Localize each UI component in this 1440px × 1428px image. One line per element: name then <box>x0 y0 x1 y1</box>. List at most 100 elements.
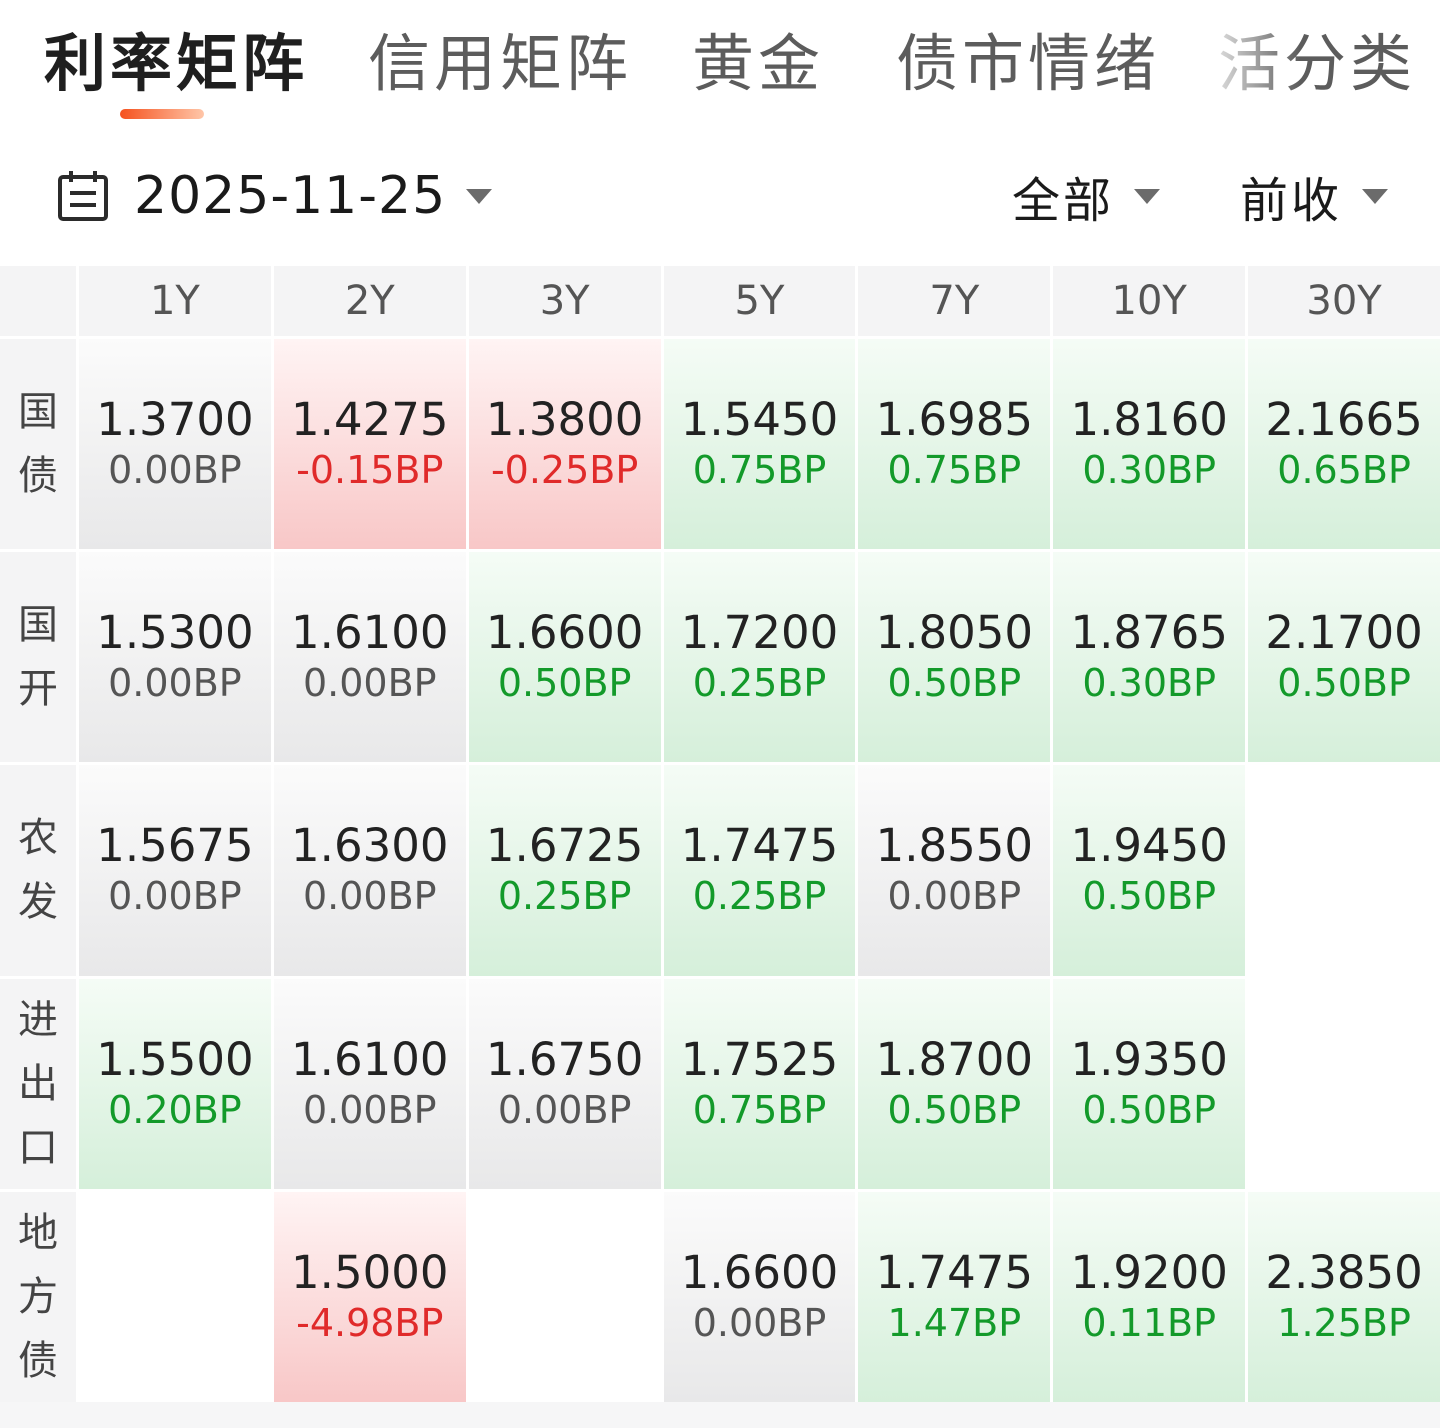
yield-value: 1.8765 <box>1070 606 1228 660</box>
selected-date: 2025-11-25 <box>134 166 447 226</box>
bottom-bar <box>0 1402 1440 1428</box>
rate-cell[interactable]: 1.9450 0.50BP <box>1053 765 1246 976</box>
yield-value: 1.9450 <box>1070 819 1228 873</box>
yield-value: 1.5675 <box>96 819 254 873</box>
bp-change: 0.75BP <box>692 448 827 493</box>
rate-cell[interactable]: 1.8050 0.50BP <box>858 552 1051 763</box>
rate-cell[interactable]: 1.4275 -0.15BP <box>273 339 466 550</box>
yield-value: 1.7475 <box>680 819 839 873</box>
tab-rate-matrix[interactable]: 利率矩阵 <box>44 26 308 102</box>
rate-cell[interactable]: 1.6750 0.00BP <box>468 978 661 1189</box>
rate-cell[interactable]: 1.6600 0.50BP <box>468 552 661 763</box>
yield-value: 1.8160 <box>1070 393 1228 447</box>
calendar-icon <box>56 169 110 223</box>
bp-change: 0.50BP <box>1277 661 1411 706</box>
rate-cell[interactable]: 1.7475 0.25BP <box>663 765 856 976</box>
tab-bar: 利率矩阵 信用矩阵 黄金 债市情绪 活分类 <box>0 0 1440 140</box>
rate-cell[interactable]: 2.1665 0.65BP <box>1248 339 1440 550</box>
rate-cell[interactable]: 1.6600 0.00BP <box>663 1191 856 1402</box>
yield-value: 1.6985 <box>875 393 1034 447</box>
rate-cell[interactable]: 1.6725 0.25BP <box>468 765 661 976</box>
tab-gold[interactable]: 黄金 <box>692 26 824 102</box>
row-header-char: 进 <box>18 996 58 1043</box>
yield-value: 1.5300 <box>96 606 254 660</box>
column-header: 30Y <box>1248 266 1440 336</box>
rate-cell[interactable]: 1.8765 0.30BP <box>1053 552 1246 763</box>
tab-bond-sentiment[interactable]: 债市情绪 <box>896 26 1160 102</box>
rate-cell[interactable]: 1.8550 0.00BP <box>858 765 1051 976</box>
date-picker[interactable]: 2025-11-25 <box>56 164 493 228</box>
yield-value: 2.1700 <box>1265 606 1423 660</box>
bp-change: 0.11BP <box>1082 1300 1216 1345</box>
yield-value: 1.5000 <box>291 1245 449 1299</box>
bp-change: 0.20BP <box>108 1087 242 1132</box>
yield-value: 1.7475 <box>875 1245 1034 1299</box>
rate-cell[interactable]: 1.5000 -4.98BP <box>273 1191 466 1402</box>
rate-cell[interactable]: 1.6985 0.75BP <box>858 339 1051 550</box>
rate-cell[interactable]: 1.6100 0.00BP <box>273 552 466 763</box>
row-header-char: 债 <box>18 453 58 500</box>
caret-down-icon <box>466 188 493 204</box>
rate-cell[interactable]: 1.3700 0.00BP <box>79 339 271 550</box>
rate-cell[interactable]: 1.7475 1.47BP <box>858 1191 1051 1402</box>
tab-more-categories[interactable]: 活分类 <box>1218 26 1416 102</box>
rate-cell[interactable]: 1.3800 -0.25BP <box>468 339 661 550</box>
row-header-char: 出 <box>18 1060 58 1107</box>
bp-change: -0.15BP <box>296 448 444 493</box>
rate-cell[interactable]: 2.1700 0.50BP <box>1248 552 1440 763</box>
yield-value: 1.9350 <box>1070 1032 1228 1086</box>
compare-label: 前收 <box>1240 173 1343 229</box>
rate-cell[interactable]: 1.9350 0.50BP <box>1053 978 1246 1189</box>
column-header: 1Y <box>79 266 271 336</box>
rate-cell[interactable]: 1.9200 0.11BP <box>1053 1191 1246 1402</box>
bp-change: 0.50BP <box>1082 874 1216 919</box>
yield-value: 1.4275 <box>291 393 449 447</box>
caret-down-icon <box>1134 188 1161 204</box>
bp-change: 0.00BP <box>302 661 437 706</box>
yield-value: 1.5500 <box>96 1032 254 1086</box>
rate-cell[interactable]: 1.5450 0.75BP <box>663 339 856 550</box>
bp-change: 0.00BP <box>692 1300 827 1345</box>
compare-dropdown[interactable]: 前收 <box>1240 164 1389 229</box>
yield-value: 1.6100 <box>291 1032 449 1086</box>
tab-credit-matrix[interactable]: 信用矩阵 <box>368 26 632 102</box>
rate-cell[interactable]: 1.6300 0.00BP <box>273 765 466 976</box>
row-header: 国开 <box>0 552 76 763</box>
bp-change: 0.30BP <box>1082 448 1216 493</box>
filter-dropdown[interactable]: 全部 <box>1012 164 1161 229</box>
rate-cell[interactable]: 1.7200 0.25BP <box>663 552 856 763</box>
empty-cell <box>468 1191 661 1402</box>
yield-value: 1.7525 <box>680 1032 839 1086</box>
filter-label: 全部 <box>1012 173 1115 229</box>
row-header: 地方债 <box>0 1191 76 1402</box>
row-header-char: 开 <box>18 666 58 713</box>
rate-cell[interactable]: 1.6100 0.00BP <box>273 978 466 1189</box>
rate-cell[interactable]: 1.5300 0.00BP <box>79 552 271 763</box>
yield-value: 1.6300 <box>291 819 449 873</box>
rate-cell[interactable]: 1.8700 0.50BP <box>858 978 1051 1189</box>
yield-value: 2.3850 <box>1265 1245 1423 1299</box>
bp-change: 0.50BP <box>887 1087 1022 1132</box>
empty-cell <box>1248 978 1440 1189</box>
column-header: 2Y <box>273 266 466 336</box>
rate-cell[interactable]: 1.7525 0.75BP <box>663 978 856 1189</box>
yield-value: 1.9200 <box>1070 1245 1228 1299</box>
bp-change: 1.25BP <box>1277 1300 1411 1345</box>
yield-value: 1.6100 <box>291 606 449 660</box>
bp-change: 0.75BP <box>692 1087 827 1132</box>
rate-cell[interactable]: 2.3850 1.25BP <box>1248 1191 1440 1402</box>
bp-change: 0.25BP <box>692 661 827 706</box>
bp-change: 0.00BP <box>108 448 242 493</box>
bp-change: 0.50BP <box>497 661 632 706</box>
rate-cell[interactable]: 1.8160 0.30BP <box>1053 339 1246 550</box>
row-header-char: 国 <box>18 389 58 436</box>
yield-value: 1.8700 <box>875 1032 1034 1086</box>
bp-change: 0.30BP <box>1082 661 1216 706</box>
rate-cell[interactable]: 1.5500 0.20BP <box>79 978 271 1189</box>
rate-cell[interactable]: 1.5675 0.00BP <box>79 765 271 976</box>
column-header: 10Y <box>1053 266 1246 336</box>
yield-value: 1.8550 <box>875 819 1034 873</box>
row-header-char: 地 <box>18 1209 58 1256</box>
matrix-corner <box>0 266 76 336</box>
empty-cell <box>1248 765 1440 976</box>
